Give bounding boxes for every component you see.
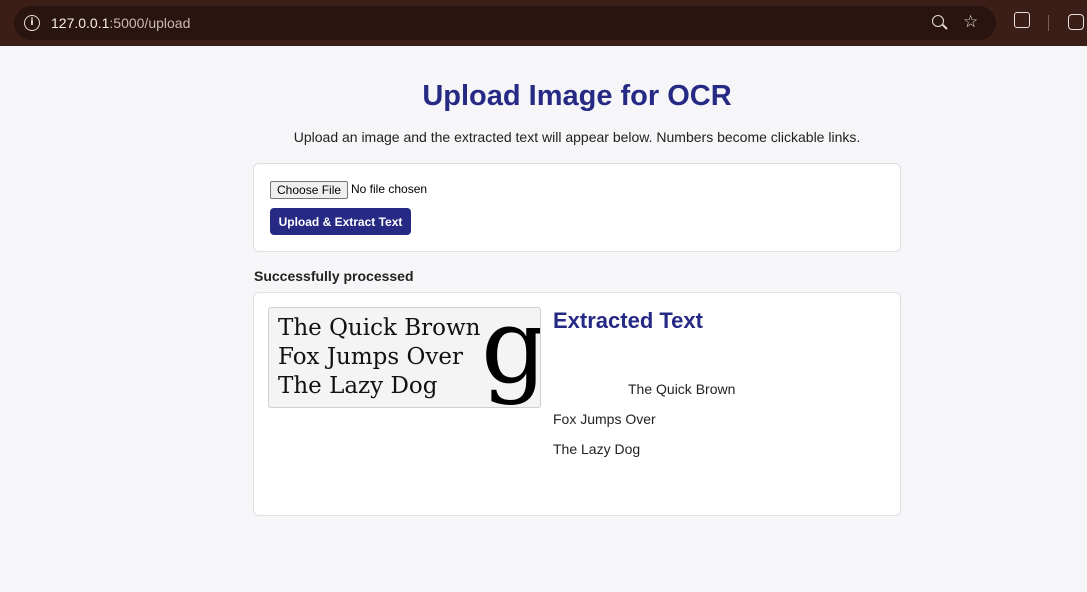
url-path: :5000/upload bbox=[109, 15, 191, 31]
toolbar-divider bbox=[1048, 15, 1049, 31]
page-subtitle: Upload an image and the extracted text w… bbox=[293, 129, 861, 145]
image-line: Fox Jumps Over bbox=[278, 344, 463, 370]
url-host: 127.0.0.1 bbox=[51, 15, 110, 31]
uploaded-image-preview: The Quick Brown Fox Jumps Over The Lazy … bbox=[268, 307, 541, 408]
file-status: No file chosen bbox=[351, 182, 428, 196]
zoom-icon[interactable] bbox=[932, 15, 944, 27]
extracted-text-heading: Extracted Text bbox=[553, 308, 703, 333]
browser-toolbar: i 127.0.0.1:5000/upload ☆ bbox=[0, 0, 1087, 46]
extracted-line: The Lazy Dog bbox=[553, 441, 641, 457]
puzzle-icon[interactable] bbox=[1014, 12, 1030, 28]
address-bar[interactable]: i 127.0.0.1:5000/upload ☆ bbox=[14, 6, 996, 40]
image-line: The Quick Brown bbox=[278, 315, 481, 341]
info-icon[interactable]: i bbox=[24, 15, 40, 31]
status-message: Successfully processed bbox=[254, 268, 414, 284]
star-icon[interactable]: ☆ bbox=[963, 12, 978, 32]
url-text[interactable]: 127.0.0.1:5000/upload bbox=[51, 15, 190, 31]
camera-icon[interactable] bbox=[1068, 14, 1084, 30]
image-text: The Quick Brown Fox Jumps Over The Lazy … bbox=[278, 314, 480, 401]
upload-form: Choose File No file chosen Upload & Extr… bbox=[253, 163, 901, 252]
result-card: The Quick Brown Fox Jumps Over The Lazy … bbox=[253, 292, 901, 516]
image-line: The Lazy Dog bbox=[278, 373, 438, 399]
upload-extract-button[interactable]: Upload & Extract Text bbox=[270, 208, 411, 235]
page-title: Upload Image for OCR bbox=[422, 80, 732, 112]
choose-file-button[interactable]: Choose File bbox=[270, 181, 349, 199]
image-glyph: g bbox=[481, 307, 541, 407]
extracted-line: The Quick Brown bbox=[628, 381, 736, 397]
extracted-line: Fox Jumps Over bbox=[553, 411, 656, 427]
